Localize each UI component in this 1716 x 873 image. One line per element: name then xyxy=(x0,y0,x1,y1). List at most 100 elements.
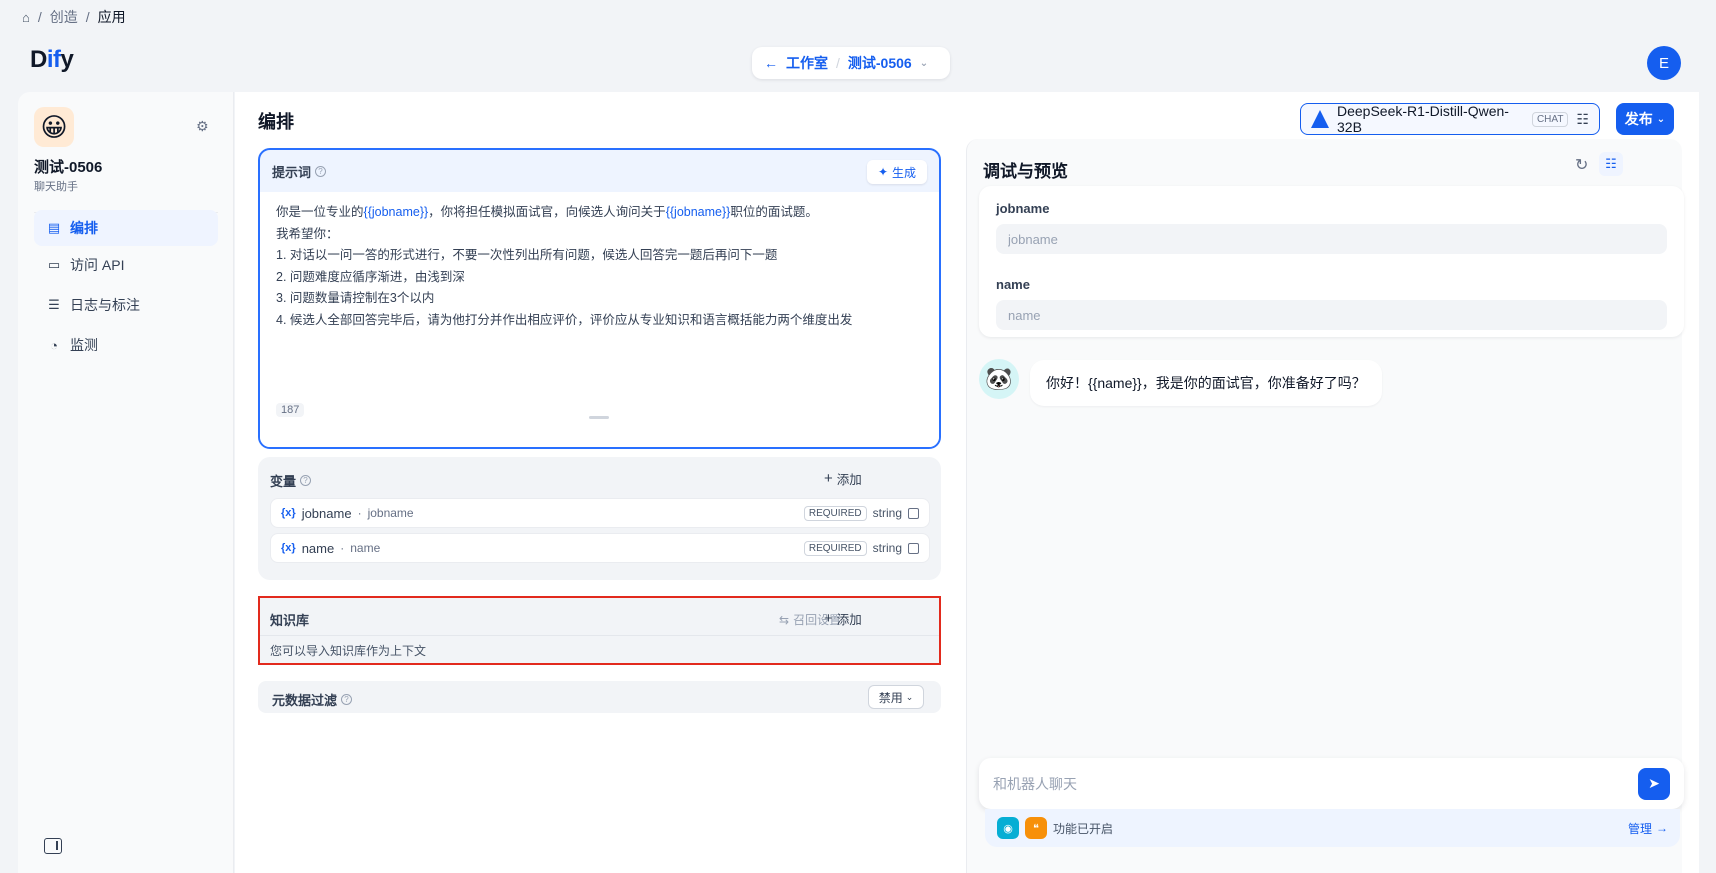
sidebar-item-label: 监测 xyxy=(70,337,98,353)
resize-handle[interactable] xyxy=(589,416,609,419)
prompt-text: 职位的面试题。 xyxy=(730,205,818,219)
field-label-name: name xyxy=(996,277,1030,292)
help-icon[interactable]: ? xyxy=(341,694,353,705)
variables-section: 变量 ? + 添加 {x} jobname · jobname REQUIRED… xyxy=(258,457,941,580)
home-icon[interactable]: ⌂ xyxy=(22,10,30,25)
variable-icon: {x} xyxy=(281,542,296,554)
back-to-studio-link[interactable]: 工作室 xyxy=(786,53,828,73)
breadcrumb-item-create[interactable]: 创造 xyxy=(50,7,78,27)
refresh-icon[interactable]: ↻ xyxy=(1575,155,1588,175)
chevron-down-icon: ⌄ xyxy=(1656,113,1666,125)
help-icon[interactable]: ? xyxy=(300,475,312,486)
layout-icon: ▤ xyxy=(47,220,61,235)
app-settings-icon[interactable]: ⚙ xyxy=(196,118,209,135)
prompt-line: 4. 候选人全部回答完毕后，请为他打分并作出相应评价，评价应从专业知识和语言概括… xyxy=(276,312,853,327)
send-button[interactable]: ➤ xyxy=(1638,767,1670,800)
plus-icon: + xyxy=(824,470,833,487)
breadcrumb: ⌂ / 创造 / 应用 xyxy=(22,8,126,26)
main-panel: 编排 DeepSeek-R1-Distill-Qwen-32B CHAT ☷ 发… xyxy=(235,92,1699,873)
edit-icon[interactable] xyxy=(908,507,919,519)
send-icon: ➤ xyxy=(1648,775,1660,791)
name-input[interactable] xyxy=(996,300,1667,330)
arrow-left-icon[interactable]: ← xyxy=(764,55,778,71)
add-label: 添加 xyxy=(836,473,862,487)
field-label-jobname: jobname xyxy=(996,201,1050,216)
variable-type: string xyxy=(872,506,902,520)
citation-icon: ❝ xyxy=(1025,817,1047,839)
sidebar-item-monitoring[interactable]: ◔ 监测 xyxy=(34,327,218,363)
app-nav-pill: ← 工作室 / 测试-0506 ⌄ xyxy=(752,47,950,79)
required-badge: REQUIRED xyxy=(803,540,867,556)
settings-icon: ⇆ xyxy=(779,612,790,627)
prompt-line: 1. 对话以一问一答的形式进行，不要一次性列出所有问题，候选人回答完一题后再问下… xyxy=(276,248,778,262)
breadcrumb-separator: / xyxy=(85,9,90,25)
metadata-filter-select[interactable]: 禁用 ⌄ xyxy=(868,685,924,709)
prompt-text: ，你将担任模拟面试官，向候选人询问关于 xyxy=(428,205,666,219)
logo-suffix: y xyxy=(60,46,74,73)
variable-reference: {{jobname}} xyxy=(363,205,429,219)
prompt-header: 提示词 ? xyxy=(272,162,327,181)
chevron-down-icon[interactable]: ⌄ xyxy=(920,58,928,69)
model-mode-badge: CHAT xyxy=(1531,111,1569,127)
metadata-filter-section: 元数据过滤 ? 禁用 ⌄ xyxy=(258,681,941,713)
app-name: 测试-0506 xyxy=(34,159,103,176)
add-variable-button[interactable]: + 添加 xyxy=(824,469,862,488)
prompt-textarea[interactable]: 你是一位专业的{{jobname}}，你将担任模拟面试官，向候选人询问关于{{j… xyxy=(260,192,939,447)
variable-key: jobname xyxy=(301,505,352,521)
edit-icon[interactable] xyxy=(908,542,919,554)
file-list-icon: ☰ xyxy=(48,297,60,312)
sidebar-item-label: 编排 xyxy=(70,220,98,236)
sliders-icon[interactable]: ☷ xyxy=(1576,111,1589,128)
manage-features-button[interactable]: 管理 → xyxy=(1628,820,1668,837)
add-label: 添加 xyxy=(836,613,862,627)
model-selector-button[interactable]: DeepSeek-R1-Distill-Qwen-32B CHAT ☷ xyxy=(1300,103,1600,135)
variable-row[interactable]: {x} jobname · jobname REQUIRED string xyxy=(270,498,930,528)
add-knowledge-button[interactable]: + 添加 xyxy=(824,609,862,628)
user-avatar[interactable]: E xyxy=(1647,46,1681,80)
current-app-switcher[interactable]: 测试-0506 xyxy=(848,53,912,73)
sidebar-item-label: 访问 API xyxy=(70,257,125,273)
variable-separator: · xyxy=(340,541,345,555)
prompt-line: 你是一位专业的{{jobname}}，你将担任模拟面试官，向候选人询问关于{{j… xyxy=(276,202,923,224)
breadcrumb-item-apps: 应用 xyxy=(97,9,126,25)
chat-message-bubble: 你好！{{name}}，我是你的面试官，你准备好了吗？ xyxy=(1030,360,1382,406)
breadcrumb-separator: / xyxy=(37,9,42,25)
gauge-icon: ◔ xyxy=(50,337,58,353)
features-enabled-text: 功能已开启 xyxy=(1053,821,1114,836)
variable-reference: {{jobname}} xyxy=(665,205,731,219)
publish-button[interactable]: 发布 ⌄ xyxy=(1616,103,1674,135)
select-value: 禁用 xyxy=(878,690,903,705)
publish-label: 发布 xyxy=(1624,111,1653,127)
prompt-editor: 提示词 ? ✦ 生成 你是一位专业的{{jobname}}，你将担任模拟面试官，… xyxy=(258,148,941,449)
logo-accent: if xyxy=(46,46,61,73)
settings-icon[interactable]: ☷ xyxy=(1599,152,1623,176)
dify-logo[interactable]: Dify xyxy=(30,46,74,74)
sidebar-item-logs[interactable]: ☰ 日志与标注 xyxy=(34,287,218,323)
metadata-filter-title: 元数据过滤 xyxy=(272,693,338,708)
input-variables-card: jobname name xyxy=(979,186,1684,337)
manage-label: 管理 xyxy=(1627,821,1652,836)
variable-label: jobname xyxy=(367,506,414,520)
chat-input-container: ➤ xyxy=(979,758,1684,809)
knowledge-title: 知识库 xyxy=(270,613,310,628)
variable-row[interactable]: {x} name · name REQUIRED string xyxy=(270,533,930,563)
generate-label: 生成 xyxy=(892,165,917,180)
chat-input[interactable] xyxy=(993,775,1638,792)
variable-icon: {x} xyxy=(281,507,296,519)
jobname-input[interactable] xyxy=(996,224,1667,254)
sparkle-icon: ✦ xyxy=(877,165,889,179)
bot-avatar: 🐼 xyxy=(979,359,1019,399)
app-icon: 😀 xyxy=(34,107,74,147)
sidebar-collapse-icon[interactable] xyxy=(44,838,62,854)
generate-button[interactable]: ✦ 生成 xyxy=(867,160,927,184)
variable-separator: · xyxy=(357,506,362,520)
sidebar-item-api-access[interactable]: ▭ 访问 API xyxy=(34,247,218,283)
knowledge-hint: 您可以导入知识库作为上下文 xyxy=(270,644,427,658)
variables-header: 变量 ? xyxy=(270,471,312,490)
arrow-right-icon: → xyxy=(1656,821,1668,835)
divider xyxy=(260,635,939,636)
chevron-down-icon: ⌄ xyxy=(905,691,914,702)
sidebar-item-orchestrate[interactable]: ▤ 编排 xyxy=(34,210,218,246)
chat-bubble-icon: ◉ xyxy=(997,817,1019,839)
help-icon[interactable]: ? xyxy=(315,166,327,177)
